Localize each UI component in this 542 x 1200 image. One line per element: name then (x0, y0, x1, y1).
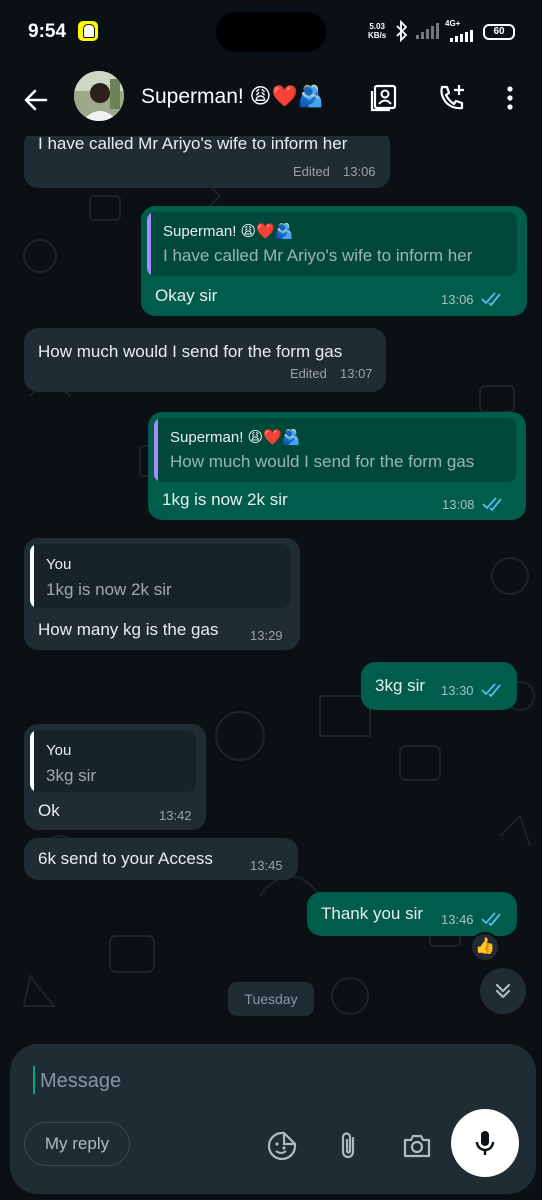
quote-text: 3kg sir (46, 766, 97, 785)
contact-name[interactable]: Superman! 😩❤️🫂 (141, 84, 324, 109)
message-bubble-incoming[interactable]: You 3kg sir Ok 13:42 (24, 724, 206, 830)
signal-icon-2 (450, 30, 473, 42)
quote-bar (154, 418, 158, 482)
quoted-message[interactable]: Superman! 😩❤️🫂 How much would I send for… (154, 418, 516, 482)
message-text: How many kg is the gas (38, 620, 219, 639)
avatar-image (74, 71, 124, 121)
attach-button[interactable] (331, 1128, 367, 1164)
message-input[interactable] (40, 1066, 420, 1096)
sticker-button[interactable] (264, 1128, 300, 1164)
contact-card-button[interactable] (366, 80, 402, 116)
double-chevron-down-icon (495, 983, 511, 999)
message-text: Ok (38, 801, 60, 820)
message-bubble-outgoing[interactable]: Superman! 😩❤️🫂 I have called Mr Ariyo's … (141, 206, 527, 316)
mic-icon (475, 1131, 495, 1155)
message-text: 6k send to your Access (38, 849, 213, 868)
quote-bar (30, 730, 34, 792)
read-ticks-icon (481, 292, 501, 306)
message-bubble-outgoing[interactable]: Superman! 😩❤️🫂 How much would I send for… (148, 412, 526, 520)
paperclip-icon (341, 1132, 355, 1159)
sticker-icon (267, 1131, 297, 1161)
composer-box: My reply (10, 1044, 536, 1194)
message-time: 13:07 (340, 366, 373, 381)
contact-avatar[interactable] (74, 71, 124, 121)
quote-author: Superman! 😩❤️🫂 (163, 223, 294, 240)
network-speed-value: 5.03 (369, 22, 385, 31)
voice-record-button[interactable] (451, 1109, 519, 1177)
quoted-message[interactable]: You 1kg is now 2k sir (30, 544, 290, 608)
message-text: 3kg sir (375, 676, 426, 695)
quote-bar (30, 544, 34, 608)
quoted-message[interactable]: You 3kg sir (30, 730, 196, 792)
scroll-to-bottom-button[interactable] (480, 968, 526, 1014)
message-bubble-incoming[interactable]: I have called Mr Ariyo's wife to inform … (24, 136, 390, 188)
message-time: 13:29 (250, 628, 283, 643)
message-text: How much would I send for the form gas (38, 342, 343, 361)
message-text: 1kg is now 2k sir (162, 490, 288, 509)
message-bubble-outgoing[interactable]: Thank you sir 13:46 (307, 892, 517, 936)
kebab-menu-icon (507, 86, 513, 110)
camera-icon (403, 1134, 431, 1158)
quote-author: You (46, 742, 72, 759)
quote-bar (147, 212, 151, 276)
message-text: I have called Mr Ariyo's wife to inform … (38, 136, 348, 153)
status-bar: 9:54 5.03 KB/s 4G+ 60 (0, 0, 542, 64)
message-time: 13:42 (159, 808, 192, 823)
message-time: 13:08 (442, 497, 475, 512)
camera-notch (216, 12, 326, 52)
arrow-left-icon (24, 89, 48, 111)
quote-author: You (46, 556, 72, 573)
network-speed: 5.03 KB/s (368, 22, 386, 40)
message-time: 13:30 (441, 683, 474, 698)
message-time: 13:06 (441, 292, 474, 307)
message-time: 13:46 (441, 912, 474, 927)
chat-area[interactable]: I have called Mr Ariyo's wife to inform … (0, 136, 542, 1040)
message-edited-label: Edited (293, 164, 330, 179)
read-ticks-icon (482, 497, 502, 511)
read-ticks-icon (481, 683, 501, 697)
message-bubble-incoming[interactable]: You 1kg is now 2k sir How many kg is the… (24, 538, 300, 650)
quote-author: Superman! 😩❤️🫂 (170, 429, 301, 446)
read-ticks-icon (481, 912, 501, 926)
signal-icon (416, 23, 439, 39)
message-edited-label: Edited (290, 366, 327, 381)
quote-text: How much would I send for the form gas (170, 452, 475, 471)
quoted-message[interactable]: Superman! 😩❤️🫂 I have called Mr Ariyo's … (147, 212, 517, 276)
message-bubble-incoming[interactable]: 6k send to your Access 13:45 (24, 838, 298, 880)
bluetooth-icon (396, 20, 408, 42)
add-call-button[interactable] (434, 80, 470, 116)
network-type: 4G+ (445, 19, 461, 28)
snapchat-notification-icon (78, 21, 98, 41)
message-time: 13:06 (343, 164, 376, 179)
message-text: Okay sir (155, 286, 218, 305)
message-bubble-outgoing[interactable]: 3kg sir 13:30 (361, 662, 517, 710)
camera-button[interactable] (399, 1128, 435, 1164)
message-time: 13:45 (250, 858, 283, 873)
quote-text: I have called Mr Ariyo's wife to inform … (163, 246, 473, 265)
text-caret (33, 1066, 35, 1094)
message-composer: My reply (0, 1040, 542, 1200)
network-speed-unit: KB/s (368, 31, 387, 40)
contact-card-icon (370, 84, 397, 112)
back-button[interactable] (18, 82, 54, 118)
message-bubble-incoming[interactable]: How much would I send for the form gas E… (24, 328, 386, 392)
battery-indicator: 60 (483, 24, 515, 40)
more-options-button[interactable] (492, 80, 528, 116)
message-text: Thank you sir (321, 904, 424, 923)
status-time: 9:54 (28, 21, 67, 42)
my-reply-chip[interactable]: My reply (24, 1122, 130, 1166)
day-separator: Tuesday (228, 982, 314, 1016)
phone-plus-icon (440, 85, 464, 110)
chat-header: Superman! 😩❤️🫂 (0, 64, 542, 136)
quote-text: 1kg is now 2k sir (46, 580, 172, 599)
message-reaction[interactable]: 👍 (470, 932, 500, 962)
